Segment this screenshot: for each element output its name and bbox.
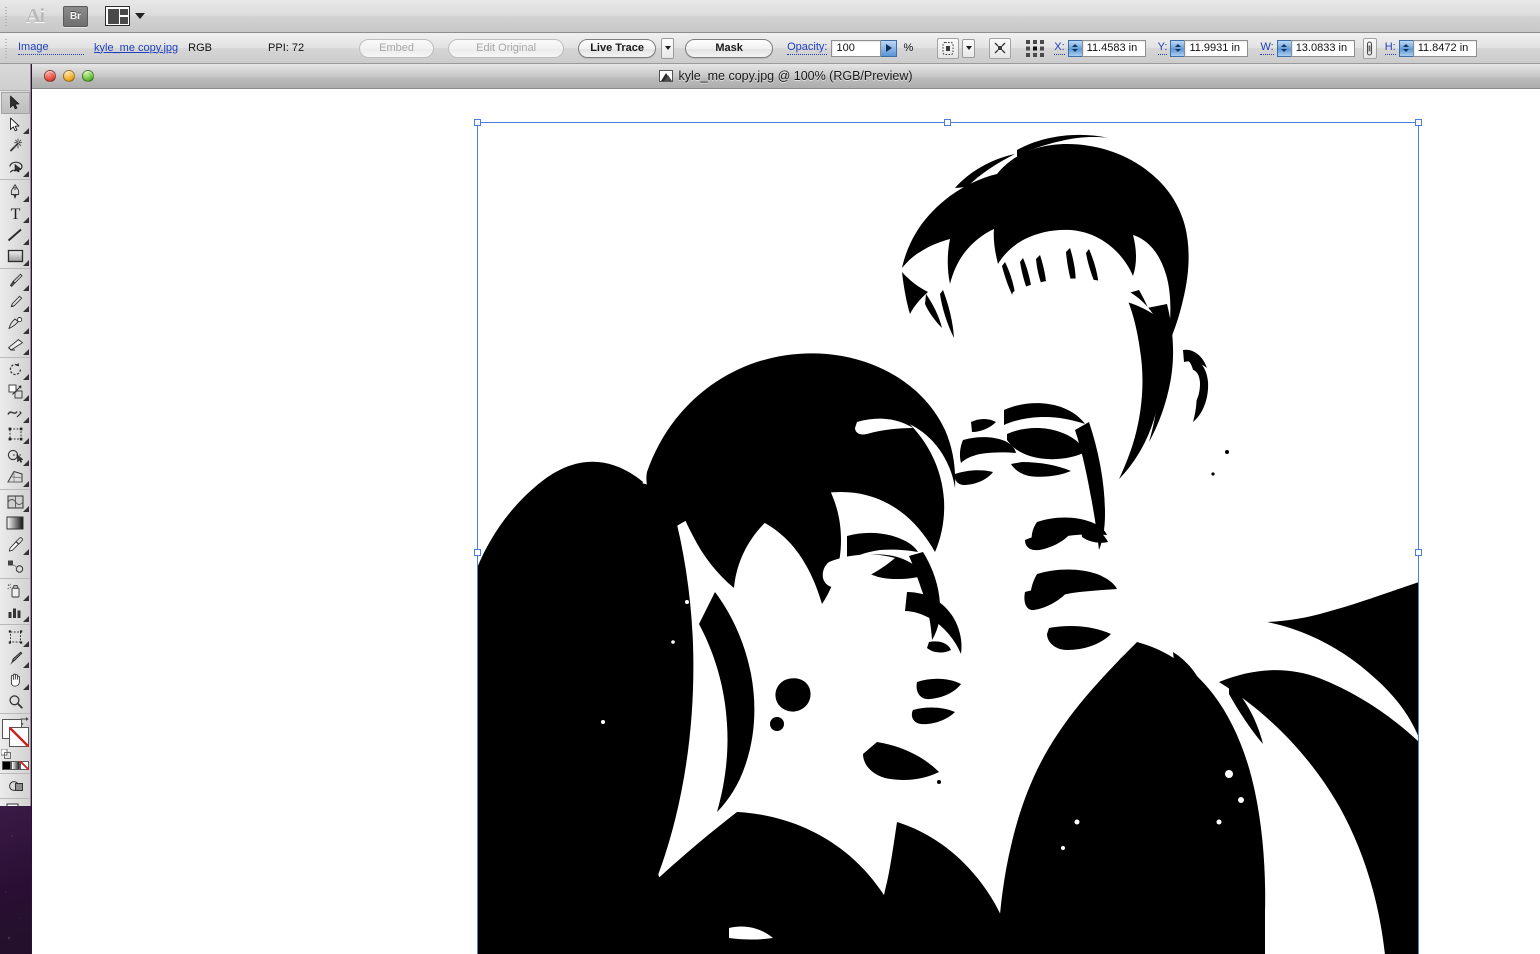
stroke-swatch-none[interactable] bbox=[8, 727, 29, 747]
mask-button[interactable]: Mask bbox=[685, 38, 774, 58]
pen-tool[interactable] bbox=[1, 181, 30, 203]
tools-group-color-controls bbox=[0, 713, 30, 773]
toolbar-top-filler bbox=[0, 64, 31, 90]
hand-tool[interactable] bbox=[1, 669, 30, 691]
lock-aspect-ratio-icon[interactable] bbox=[1362, 37, 1377, 59]
tools-group-symbols bbox=[0, 578, 30, 624]
svg-text:T: T bbox=[10, 206, 20, 221]
align-horizontal-center-icon[interactable] bbox=[989, 37, 1012, 59]
blob-brush-tool[interactable] bbox=[1, 313, 30, 335]
y-position-label[interactable]: Y: bbox=[1157, 41, 1168, 55]
lasso-tool[interactable] bbox=[1, 157, 30, 179]
appbar-grip[interactable] bbox=[3, 5, 10, 27]
chevron-down-icon[interactable] bbox=[135, 13, 145, 19]
color-mode-buttons[interactable] bbox=[1, 761, 29, 770]
y-stepper[interactable] bbox=[1170, 39, 1185, 57]
document-thumbnail-icon bbox=[659, 70, 674, 82]
scale-tool[interactable] bbox=[1, 381, 30, 403]
zoom-tool[interactable] bbox=[1, 691, 30, 713]
placed-image-artwork[interactable] bbox=[477, 122, 1419, 954]
rectangle-tool[interactable] bbox=[1, 246, 30, 268]
live-trace-button[interactable]: Live Trace bbox=[578, 38, 657, 58]
width-tool[interactable] bbox=[1, 402, 30, 424]
free-transform-tool[interactable] bbox=[1, 424, 30, 446]
line-segment-tool[interactable] bbox=[1, 224, 30, 246]
x-stepper[interactable] bbox=[1067, 39, 1082, 57]
height-input[interactable]: 11.8472 in bbox=[1412, 39, 1477, 57]
drawing-mode-button[interactable] bbox=[1, 775, 30, 797]
blend-tool[interactable] bbox=[1, 556, 30, 578]
x-position-input[interactable]: 11.4583 in bbox=[1081, 39, 1146, 57]
tools-group-navigation bbox=[0, 624, 30, 713]
tools-group-transform bbox=[0, 357, 30, 489]
illustrator-window: Ai Br Image kyle_me copy.jpg RGB PPI: 72… bbox=[0, 0, 1540, 954]
opacity-label[interactable]: Opacity: bbox=[787, 41, 828, 55]
bridge-launch-button[interactable]: Br bbox=[63, 5, 88, 27]
rotate-tool[interactable] bbox=[1, 359, 30, 381]
edit-original-button[interactable]: Edit Original bbox=[448, 38, 565, 58]
control-bar: Image kyle_me copy.jpg RGB PPI: 72 Embed… bbox=[0, 33, 1540, 64]
fill-stroke-swatches[interactable] bbox=[0, 717, 30, 759]
width-input[interactable]: 13.0833 in bbox=[1290, 39, 1355, 57]
color-button[interactable] bbox=[1, 761, 11, 770]
tools-panel: T bbox=[0, 90, 31, 817]
mesh-tool[interactable] bbox=[1, 491, 30, 513]
application-bar: Ai Br bbox=[0, 0, 1540, 33]
paintbrush-tool[interactable] bbox=[1, 270, 30, 292]
width-stepper[interactable] bbox=[1276, 39, 1291, 57]
document-window: kyle_me copy.jpg @ 100% (RGB/Preview) bbox=[32, 64, 1540, 954]
opacity-input[interactable]: 100 bbox=[831, 39, 882, 57]
tools-group-drawing: T bbox=[0, 179, 30, 268]
x-position-label[interactable]: X: bbox=[1054, 41, 1065, 55]
y-position-input[interactable]: 11.9931 in bbox=[1184, 39, 1249, 57]
desktop-background bbox=[0, 806, 31, 954]
linked-file-label[interactable]: kyle_me copy.jpg bbox=[94, 42, 178, 55]
selection-tool[interactable] bbox=[0, 92, 30, 114]
default-fill-stroke-icon[interactable] bbox=[0, 749, 11, 759]
height-label[interactable]: H: bbox=[1384, 41, 1396, 55]
eyedropper-tool[interactable] bbox=[1, 534, 30, 556]
document-title-bar[interactable]: kyle_me copy.jpg @ 100% (RGB/Preview) bbox=[32, 64, 1540, 89]
reference-point-icon[interactable] bbox=[1024, 38, 1046, 59]
tools-group-drawing-mode bbox=[0, 773, 30, 798]
control-bar-grip[interactable] bbox=[3, 38, 10, 58]
embed-button[interactable]: Embed bbox=[359, 38, 435, 58]
document-title-text: kyle_me copy.jpg @ 100% (RGB/Preview) bbox=[678, 69, 913, 83]
tools-group-painting bbox=[0, 268, 30, 357]
shape-builder-tool[interactable] bbox=[1, 445, 30, 467]
pencil-tool[interactable] bbox=[1, 292, 30, 314]
eraser-tool[interactable] bbox=[1, 335, 30, 357]
direct-selection-tool[interactable] bbox=[1, 114, 30, 136]
none-button[interactable] bbox=[19, 761, 29, 770]
align-to-selection-icon[interactable] bbox=[937, 37, 960, 59]
tools-group-color bbox=[0, 489, 30, 578]
color-mode-label: RGB bbox=[188, 42, 213, 54]
gradient-button[interactable] bbox=[10, 761, 20, 770]
slice-tool[interactable] bbox=[1, 648, 30, 670]
arrange-documents-icon[interactable] bbox=[105, 6, 130, 26]
magic-wand-tool[interactable] bbox=[1, 135, 30, 157]
illustrator-logo-icon: Ai bbox=[26, 4, 45, 27]
column-graph-tool[interactable] bbox=[1, 602, 30, 624]
object-type-label[interactable]: Image bbox=[18, 41, 84, 55]
width-label[interactable]: W: bbox=[1260, 41, 1274, 55]
symbol-sprayer-tool[interactable] bbox=[1, 580, 30, 602]
perspective-grid-tool[interactable] bbox=[1, 467, 30, 489]
document-canvas[interactable] bbox=[32, 89, 1540, 954]
type-tool[interactable]: T bbox=[1, 203, 30, 225]
ppi-label: PPI: 72 bbox=[268, 42, 305, 54]
align-options-dropdown[interactable] bbox=[962, 38, 976, 58]
height-stepper[interactable] bbox=[1398, 39, 1413, 57]
opacity-slider-arrow-icon[interactable] bbox=[881, 39, 898, 57]
document-title: kyle_me copy.jpg @ 100% (RGB/Preview) bbox=[32, 69, 1540, 83]
arrange-documents-group[interactable] bbox=[105, 6, 145, 26]
artboard-tool[interactable] bbox=[1, 626, 30, 648]
tools-group-selection bbox=[0, 91, 30, 179]
live-trace-presets-dropdown[interactable] bbox=[661, 37, 675, 59]
gradient-tool[interactable] bbox=[1, 513, 30, 535]
opacity-unit-label: % bbox=[903, 42, 914, 54]
